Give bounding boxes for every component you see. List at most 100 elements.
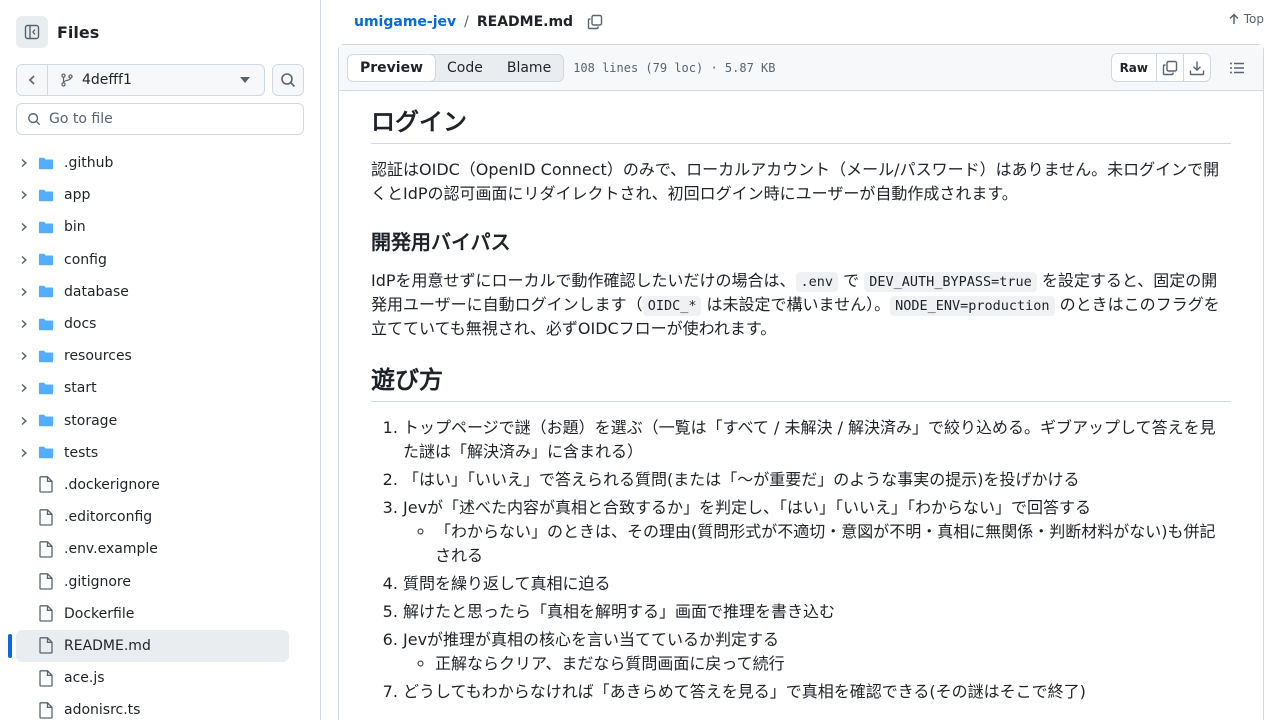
branch-name: 4defff1: [82, 72, 132, 88]
sub-list-item: 正解ならクリア、まだなら質問画面に戻って続行: [435, 652, 1231, 676]
sub-list: 「わからない」のときは、その理由(質問形式が不適切・意図が不明・真相に無関係・判…: [403, 520, 1231, 568]
folder-icon: [38, 413, 54, 428]
file-stats: 108 lines (79 loc) · 5.87 KB: [573, 60, 776, 75]
copy-icon: [1162, 60, 1178, 75]
text-run: で: [838, 271, 865, 290]
download-button[interactable]: [1183, 54, 1210, 81]
search-icon: [281, 73, 296, 88]
tab-blame[interactable]: Blame: [495, 55, 563, 81]
branch-dropdown[interactable]: 4defff1: [48, 65, 264, 95]
inline-code: OIDC_*: [642, 296, 702, 316]
paragraph-dev-bypass: IdPを用意せずにローカルで動作確認したいだけの場合は、 .env で DEV_A…: [371, 269, 1231, 341]
list-item: 質問を繰り返して真相に迫る: [403, 572, 1231, 596]
breadcrumb-repo-link[interactable]: umigame-jev: [354, 14, 456, 30]
chevron-right-icon: [16, 287, 32, 297]
tree-item-label: resources: [64, 348, 132, 365]
chevron-right-icon: [16, 190, 32, 200]
tree-item-label: README.md: [64, 637, 151, 654]
folder-icon: [38, 381, 54, 396]
tree-folder[interactable]: docs: [16, 308, 289, 340]
tree-file[interactable]: .dockerignore: [16, 469, 289, 501]
list-item-text: トップページで謎（お題）を選ぶ（一覧は「すべて / 未解決 / 解決済み」で絞り…: [403, 418, 1216, 461]
folder-icon: [38, 220, 54, 235]
file-actions: Raw: [1110, 53, 1247, 82]
file-icon: [38, 573, 54, 590]
raw-actions-group: Raw: [1110, 53, 1211, 82]
back-to-top-link[interactable]: Top: [1228, 12, 1264, 26]
tree-folder[interactable]: app: [16, 179, 289, 211]
tree-file[interactable]: .env.example: [16, 533, 289, 565]
file-icon: [38, 540, 54, 558]
folder-icon: [38, 445, 54, 460]
tree-file[interactable]: adonisrc.ts: [16, 694, 289, 720]
tree-file[interactable]: .gitignore: [16, 565, 289, 597]
tree-item-label: tests: [64, 444, 99, 461]
tree-folder[interactable]: config: [16, 244, 289, 276]
tree-item-label: Dockerfile: [64, 605, 135, 622]
search-button[interactable]: [272, 64, 304, 96]
sidebar-collapse-button[interactable]: [16, 16, 48, 48]
branch-row: 4defff1: [16, 64, 304, 96]
tree-file[interactable]: ace.js: [16, 662, 289, 694]
tree-folder[interactable]: .github: [16, 147, 289, 179]
inline-code: DEV_AUTH_BYPASS=true: [864, 272, 1037, 292]
heading-how-to-play: 遊び方: [371, 365, 1231, 402]
tab-code[interactable]: Code: [435, 55, 495, 81]
go-to-file-input[interactable]: Go to file: [16, 103, 304, 135]
tree-folder[interactable]: storage: [16, 405, 289, 437]
back-button[interactable]: [17, 65, 48, 95]
branch-selector[interactable]: 4defff1: [16, 64, 265, 96]
list-unordered-icon: [1230, 62, 1244, 73]
tree-item-label: app: [64, 187, 91, 204]
breadcrumb-separator: /: [464, 14, 469, 30]
download-icon: [1189, 61, 1205, 75]
file-icon: [38, 605, 54, 622]
inline-code: NODE_ENV=production: [890, 296, 1055, 316]
list-item: 「はい」「いいえ」で答えられる質問(または「〜が重要だ」のような事実の提示)を投…: [403, 468, 1231, 492]
list-item-text: どうしてもわからなければ「あきらめて答えを見る」で真相を確認できる(その謎はそこ…: [403, 682, 1086, 701]
tree-item-label: .dockerignore: [64, 476, 160, 493]
copy-icon: [587, 14, 603, 30]
file-icon: [38, 508, 54, 526]
raw-button[interactable]: Raw: [1112, 54, 1156, 81]
back-to-top-label: Top: [1243, 12, 1264, 26]
tree-file[interactable]: Dockerfile: [16, 598, 289, 630]
chevron-right-icon: [16, 351, 32, 361]
sub-list: 正解ならクリア、まだなら質問画面に戻って続行: [403, 652, 1231, 676]
file-header: Preview Code Blame 108 lines (79 loc) · …: [339, 45, 1263, 91]
search-icon: [28, 113, 41, 126]
tree-folder[interactable]: start: [16, 372, 289, 404]
selected-indicator: [8, 634, 12, 658]
tree-item-label: docs: [64, 316, 97, 333]
folder-icon: [38, 284, 54, 299]
file-icon: [38, 669, 54, 687]
list-item: 解けたと思ったら「真相を解明する」画面で推理を書き込む: [403, 600, 1231, 624]
list-item-text: 質問を繰り返して真相に迫る: [403, 574, 611, 593]
list-item: トップページで謎（お題）を選ぶ（一覧は「すべて / 未解決 / 解決済み」で絞り…: [403, 416, 1231, 464]
tree-folder[interactable]: tests: [16, 437, 289, 469]
chevron-right-icon: [16, 448, 32, 458]
tree-file[interactable]: .editorconfig: [16, 501, 289, 533]
folder-icon: [38, 252, 54, 267]
tree-folder[interactable]: resources: [16, 340, 289, 372]
file-tree: .github app bin config database docs res…: [16, 147, 289, 720]
list-item-text: 解けたと思ったら「真相を解明する」画面で推理を書き込む: [403, 602, 836, 621]
tree-item-label: ace.js: [64, 670, 105, 687]
tree-item-label: adonisrc.ts: [64, 702, 141, 719]
tree-item-label: .gitignore: [64, 573, 131, 590]
list-item: Jevが「述べた内容が真相と合致するか」を判定し、「はい」「いいえ」「わからない…: [403, 496, 1231, 568]
chevron-right-icon: [16, 255, 32, 265]
copy-path-button[interactable]: [587, 14, 603, 30]
tree-file-selected[interactable]: README.md: [16, 629, 289, 662]
tab-preview[interactable]: Preview: [347, 53, 437, 82]
tree-folder[interactable]: bin: [16, 211, 289, 243]
outline-button[interactable]: [1227, 60, 1247, 76]
copy-raw-button[interactable]: [1156, 54, 1183, 81]
tree-folder[interactable]: database: [16, 276, 289, 308]
chevron-right-icon: [16, 416, 32, 426]
heading-login: ログイン: [371, 107, 1231, 144]
folder-icon: [38, 317, 54, 332]
tree-item-label: start: [64, 380, 97, 397]
sidebar-collapse-icon: [24, 24, 40, 40]
sub-list-item: 「わからない」のときは、その理由(質問形式が不適切・意図が不明・真相に無関係・判…: [435, 520, 1231, 568]
